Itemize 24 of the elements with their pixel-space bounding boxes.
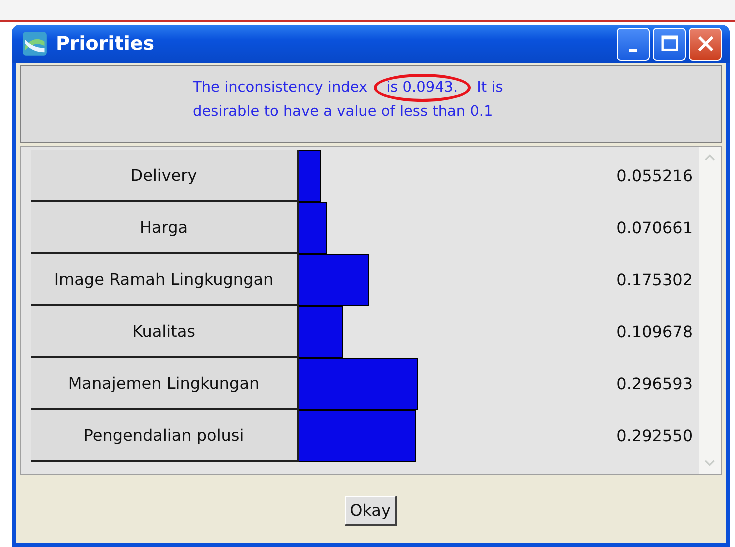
close-button[interactable] [689, 28, 722, 60]
priority-bar [299, 150, 322, 202]
window-title: Priorities [56, 33, 156, 55]
priority-value: 0.292550 [616, 426, 693, 446]
priority-value: 0.296593 [616, 374, 693, 394]
message-text: The inconsistency index [193, 79, 368, 98]
criterion-label: Pengendalian polusi [31, 410, 299, 462]
criterion-label: Manajemen Lingkungan [31, 358, 299, 410]
criterion-label: Delivery [31, 150, 299, 202]
app-icon [22, 31, 48, 57]
criterion-label: Image Ramah Lingkugngan [31, 254, 299, 306]
okay-button[interactable]: Okay [345, 496, 397, 526]
priority-value: 0.070661 [616, 218, 693, 238]
minimize-icon [629, 48, 638, 52]
criterion-label: Harga [31, 202, 299, 254]
priority-value: 0.109678 [616, 322, 693, 342]
criterion-label: Kualitas [31, 306, 299, 358]
priority-value: 0.055216 [616, 166, 693, 186]
minimize-button[interactable] [617, 28, 650, 60]
circled-text: is 0.0943. [374, 74, 472, 102]
priority-value: 0.175302 [616, 270, 693, 290]
message-text: desirable to have a value of less than 0.1 [193, 103, 494, 122]
message-text: It is [477, 79, 504, 98]
maximize-button[interactable] [653, 28, 686, 60]
